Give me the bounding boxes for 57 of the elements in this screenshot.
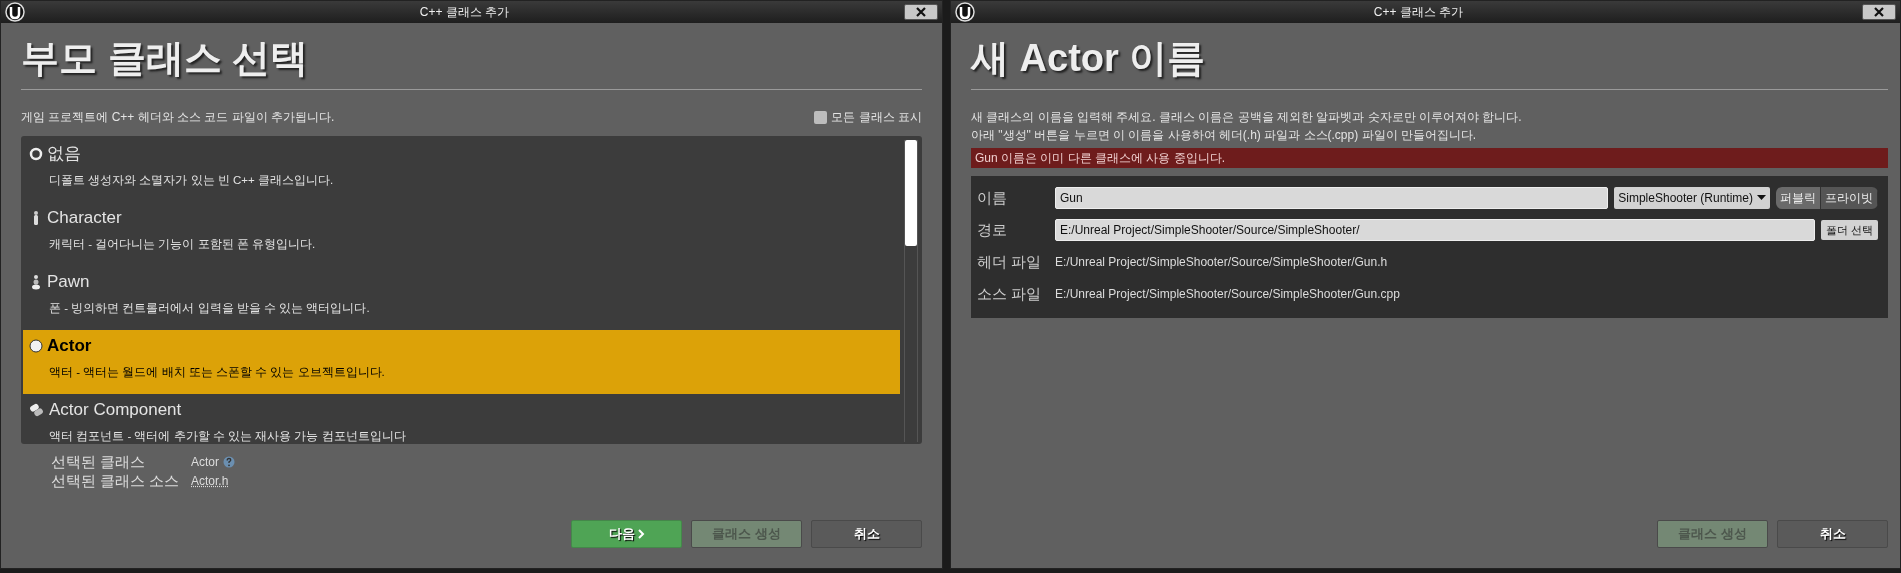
field-label: 소스 파일	[977, 283, 1043, 304]
close-icon	[916, 7, 926, 17]
file-path: E:/Unreal Project/SimpleShooter/Source/SimpleShooter/Gun.cpp	[1055, 286, 1400, 303]
caret-icon	[1757, 195, 1766, 201]
module-dropdown[interactable]: SimpleShooter (Runtime)	[1614, 187, 1770, 209]
class-description: 액터 - 액터는 월드에 배치 또는 스폰할 수 있는 오브젝트입니다.	[48, 365, 386, 380]
field-label: 이름	[977, 187, 1008, 208]
class-name: Pawn	[47, 271, 90, 293]
description-text: 아래 "생성" 버튼을 누르면 이 이름을 사용하여 헤더(.h) 파일과 소스(.cpp) 파일이 만들어집니다.	[971, 127, 1478, 144]
class-description: 캐릭터 - 걸어다니는 기능이 포함된 폰 유형입니다.	[48, 237, 317, 252]
error-message: Gun 이름은 이미 다른 클래스에 사용 중입니다.	[971, 148, 1888, 168]
cancel-button[interactable]: 취소	[811, 520, 922, 548]
logo-icon	[5, 2, 25, 22]
scrollbar-thumb[interactable]	[905, 140, 917, 246]
chevron-icon	[637, 529, 645, 539]
ring-icon	[29, 147, 43, 161]
visibility-toggle[interactable]: 퍼블릭	[1776, 187, 1821, 209]
choose-folder-button[interactable]: 폴더 선택	[1820, 220, 1878, 240]
description-text: 새 클래스의 이름을 입력해 주세요. 클래스 이름은 공백을 제외한 알파벳과 숫자로만 이루어져야 합니다.	[971, 109, 1523, 126]
help-icon	[223, 455, 235, 468]
class-name: 없음	[47, 143, 81, 165]
field-label: 헤더 파일	[977, 251, 1043, 272]
show-all-classes-checkbox[interactable]: 모든 클래스 표시	[814, 108, 922, 126]
close-icon	[1874, 7, 1884, 17]
class-description: 액터 컴포넌트 - 액터에 추가할 수 있는 재사용 가능 컴포넌트입니다	[48, 429, 407, 444]
class-list-item[interactable]: Character 캐릭터 - 걸어다니는 기능이 포함된 폰 유형입니다.	[23, 202, 900, 266]
close-button[interactable]	[1862, 4, 1896, 20]
class-description: 폰 - 빙의하면 컨트롤러에서 입력을 받을 수 있는 액터입니다.	[48, 301, 371, 316]
capsules-icon	[29, 403, 45, 417]
class-name: Character	[47, 207, 122, 229]
field-label: 선택된 클래스	[51, 452, 147, 471]
path-field[interactable]: E:/Unreal Project/SimpleShooter/Source/SimpleShooter/	[1055, 219, 1815, 241]
visibility-toggle[interactable]: 프라이빗	[1821, 187, 1878, 209]
name-field[interactable]: Gun	[1055, 187, 1609, 209]
class-list-item[interactable]: Pawn 폰 - 빙의하면 컨트롤러에서 입력을 받을 수 있는 액터입니다.	[23, 266, 900, 330]
dialog-heading: 새 Actor 이름	[971, 36, 1207, 81]
window-title: C++ 클래스 추가	[418, 4, 511, 21]
class-list-item[interactable]: Actor 액터 - 액터는 월드에 배치 또는 스폰할 수 있는 오브젝트입니다.	[23, 330, 900, 394]
pawn-icon	[29, 274, 43, 290]
class-list-item[interactable]: 없음 디폴트 생성자와 소멸자가 있는 빈 C++ 클래스입니다.	[23, 138, 900, 202]
logo-icon	[955, 2, 975, 22]
class-description: 디폴트 생성자와 소멸자가 있는 빈 C++ 클래스입니다.	[48, 173, 335, 188]
window-title: C++ 클래스 추가	[1372, 4, 1465, 21]
source-file-link[interactable]: Actor.h	[191, 473, 229, 488]
scrollbar[interactable]	[904, 140, 918, 442]
field-value: Actor	[191, 453, 219, 471]
sphere-icon	[29, 339, 43, 353]
file-path: E:/Unreal Project/SimpleShooter/Source/SimpleShooter/Gun.h	[1055, 254, 1388, 271]
cancel-button[interactable]: 취소	[1777, 520, 1888, 548]
class-name: Actor Component	[49, 399, 182, 421]
class-list-item[interactable]: Actor Component 액터 컴포넌트 - 액터에 추가할 수 있는 재사용 가능 컴포넌트입니다	[23, 394, 900, 444]
description-text: 게임 프로젝트에 C++ 헤더와 소스 코드 파일이 추가됩니다.	[21, 109, 335, 126]
field-label: 경로	[977, 219, 1008, 240]
class-name: Actor	[47, 335, 92, 357]
field-label: 선택된 클래스 소스	[51, 471, 181, 490]
dialog-heading: 부모 클래스 선택	[21, 36, 310, 81]
close-button[interactable]	[904, 4, 938, 20]
